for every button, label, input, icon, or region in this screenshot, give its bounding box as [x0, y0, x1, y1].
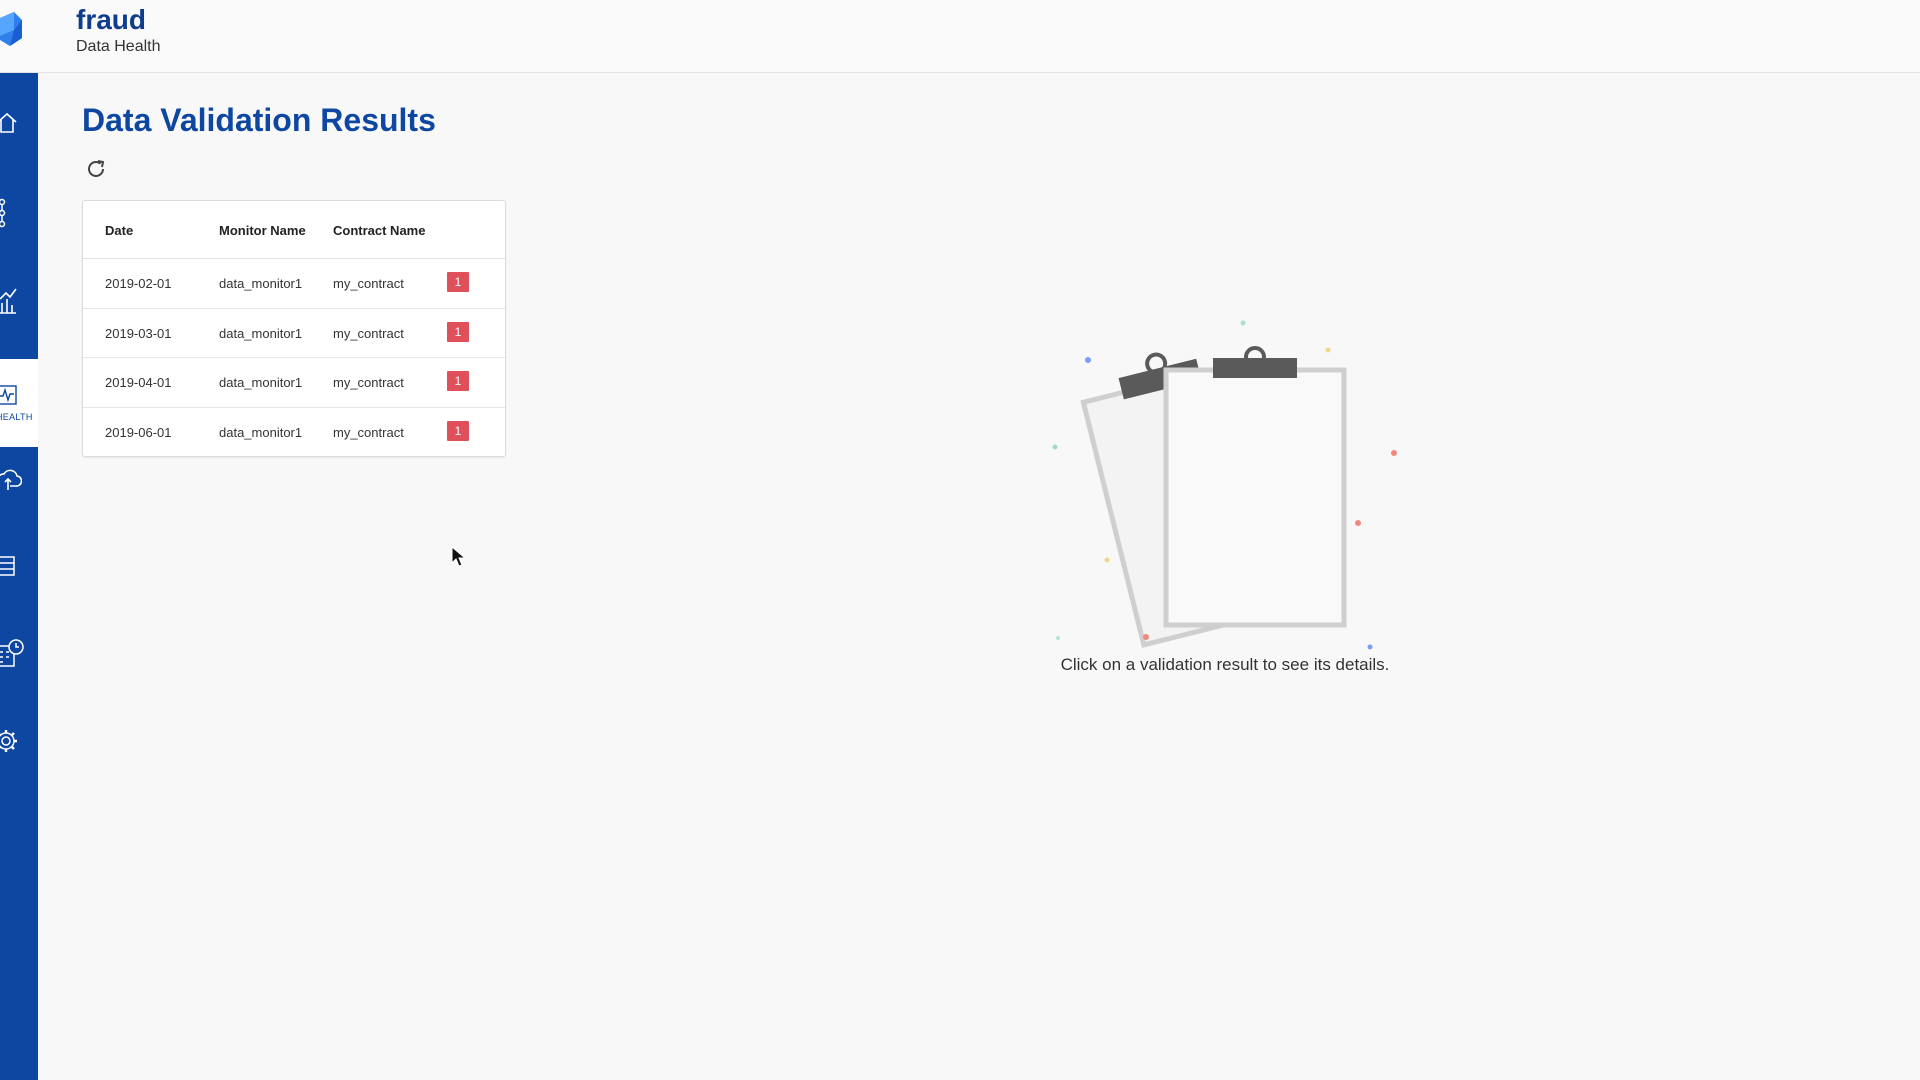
app-title: fraud	[76, 4, 146, 35]
health-icon	[0, 385, 17, 405]
table-row[interactable]: 2019-02-01 data_monitor1 my_contract 1	[83, 259, 505, 309]
sidebar-item-analytics[interactable]	[0, 271, 38, 331]
page-title: Data Validation Results	[82, 102, 436, 138]
sidebar-item-settings[interactable]	[0, 711, 38, 771]
sidebar-item-label: HEALTH	[0, 412, 33, 422]
table-row[interactable]: 2019-04-01 data_monitor1 my_contract 1	[83, 358, 505, 408]
cell-monitor-name: data_monitor1	[219, 325, 303, 341]
cell-date: 2019-06-01	[105, 424, 172, 440]
app-header: fraud Data Health	[0, 0, 1920, 73]
cell-contract-name: my_contract	[333, 375, 404, 390]
clipboard-illustration	[1052, 320, 1397, 650]
list-icon	[0, 556, 15, 576]
issue-count-badge: 1	[447, 371, 469, 391]
cloud-upload-icon	[0, 469, 22, 490]
column-header-date[interactable]: Date	[105, 223, 133, 238]
cell-contract-name: my_contract	[333, 325, 404, 341]
issue-count-badge: 1	[447, 321, 469, 342]
app-logo-icon[interactable]	[0, 10, 24, 50]
chart-icon	[0, 288, 17, 314]
refresh-button[interactable]	[84, 157, 108, 181]
mouse-cursor-icon	[451, 546, 467, 567]
validation-results-table: Date Monitor Name Contract Name 2019-02-…	[82, 200, 506, 457]
schedule-icon	[0, 639, 24, 667]
sidebar-item-upload[interactable]	[0, 449, 38, 509]
cell-monitor-name: data_monitor1	[219, 375, 303, 390]
refresh-icon	[88, 160, 105, 177]
cell-date: 2019-02-01	[105, 276, 172, 291]
sidebar-item-network[interactable]	[0, 183, 38, 243]
cell-date: 2019-03-01	[105, 325, 172, 341]
issue-count-badge: 1	[447, 420, 469, 441]
app-subtitle: Data Health	[76, 38, 161, 55]
empty-state-message: Click on a validation result to see its …	[1060, 655, 1390, 674]
cell-date: 2019-04-01	[105, 375, 172, 390]
sidebar-item-health[interactable]: HEALTH	[0, 359, 38, 447]
sidebar-item-list[interactable]	[0, 536, 38, 596]
issue-count-badge: 1	[447, 272, 469, 292]
cell-contract-name: my_contract	[333, 424, 404, 440]
column-header-monitor-name[interactable]: Monitor Name	[219, 223, 306, 238]
network-icon	[0, 198, 6, 228]
home-icon	[0, 112, 17, 133]
sidebar-nav: HEALTH	[0, 73, 38, 1080]
cell-monitor-name: data_monitor1	[219, 424, 303, 440]
table-header: Date Monitor Name Contract Name	[83, 201, 505, 259]
gear-icon	[0, 730, 17, 752]
table-row[interactable]: 2019-06-01 data_monitor1 my_contract 1	[83, 408, 505, 458]
cell-monitor-name: data_monitor1	[219, 276, 303, 291]
sidebar-item-home[interactable]	[0, 93, 38, 153]
table-row[interactable]: 2019-03-01 data_monitor1 my_contract 1	[83, 309, 505, 358]
cell-contract-name: my_contract	[333, 276, 404, 291]
column-header-contract-name[interactable]: Contract Name	[333, 223, 425, 238]
sidebar-item-schedule[interactable]	[0, 624, 38, 684]
